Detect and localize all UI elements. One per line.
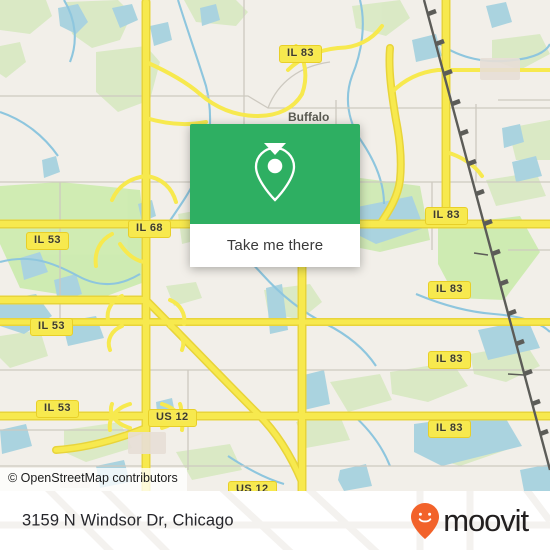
shield-il-53-lower: IL 53 xyxy=(36,400,79,418)
shield-us-12-left: US 12 xyxy=(148,409,197,427)
shield-il-83-r3: IL 83 xyxy=(428,351,471,369)
take-me-there-label: Take me there xyxy=(226,237,324,254)
footer-address: 3159 N Windsor Dr, Chicago xyxy=(22,511,234,529)
footer-bar: 3159 N Windsor Dr, Chicago moovit xyxy=(0,491,550,550)
moovit-wordmark: moovit xyxy=(443,503,529,538)
moovit-logo[interactable]: moovit xyxy=(410,502,529,540)
shield-il-53-mid: IL 53 xyxy=(30,318,73,336)
map-canvas[interactable]: Buffalo IL 83 IL 68 IL 53 IL 83 IL 83 IL… xyxy=(0,0,550,491)
place-label-buffalo: Buffalo xyxy=(288,110,330,124)
map-attribution[interactable]: © OpenStreetMap contributors xyxy=(0,468,187,491)
shield-il-53-upper: IL 53 xyxy=(26,232,69,250)
shield-il-83-r1: IL 83 xyxy=(425,207,468,225)
shield-il-83-r2: IL 83 xyxy=(428,281,471,299)
shield-il-83-r4: IL 83 xyxy=(428,420,471,438)
shield-il-68: IL 68 xyxy=(128,220,171,238)
screenshot-root: Buffalo IL 83 IL 68 IL 53 IL 83 IL 83 IL… xyxy=(0,0,550,550)
shield-il-83-top: IL 83 xyxy=(279,45,322,63)
shield-us-12-bottom: US 12 xyxy=(228,481,277,491)
moovit-smiley-pin-icon xyxy=(411,502,440,539)
popup-header xyxy=(190,124,360,224)
popup-pointer-tip xyxy=(264,143,286,155)
take-me-there-button[interactable]: Take me there xyxy=(190,224,360,267)
